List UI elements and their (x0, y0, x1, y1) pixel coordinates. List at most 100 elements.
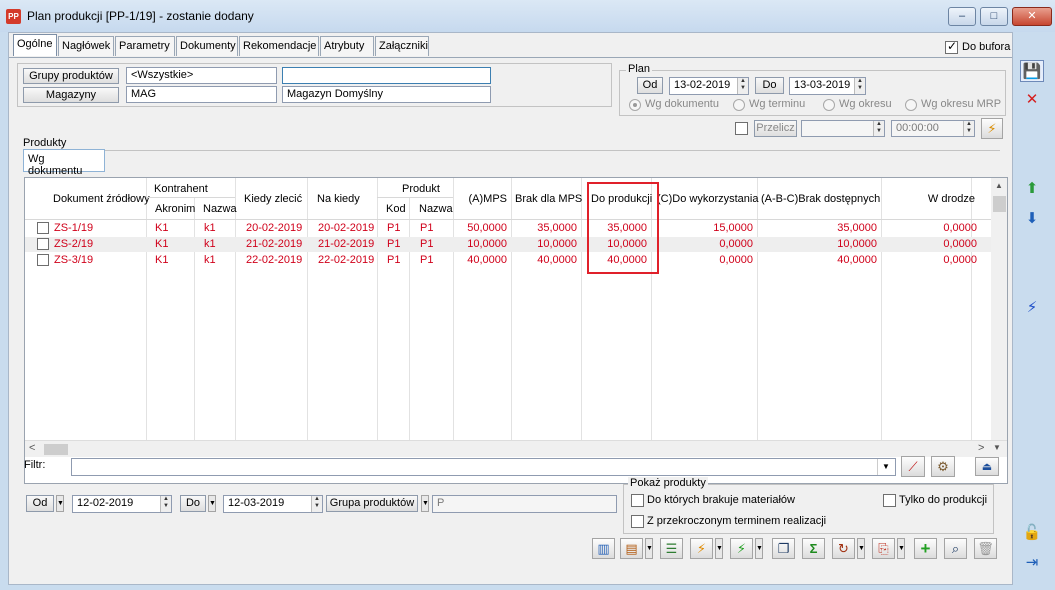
vertical-scrollbar[interactable]: ▲ (991, 178, 1007, 440)
tab-naglowek[interactable]: Nagłówek (58, 36, 114, 56)
tab-zalaczniki[interactable]: Załączniki (375, 36, 429, 56)
filtr-input[interactable] (71, 458, 896, 476)
plan-do-button[interactable]: Do (755, 77, 784, 94)
scroll-right-icon[interactable]: > (978, 442, 984, 454)
header-produkt-nazwa[interactable]: Nazwa (419, 203, 453, 215)
cancel-icon[interactable]: ✕ (1020, 89, 1044, 111)
row-checkbox[interactable] (37, 222, 49, 234)
export-dropdown-icon[interactable]: ▼ (897, 538, 905, 559)
grupa-dropdown-icon[interactable]: ▼ (421, 495, 429, 512)
magazyn-code-field[interactable]: MAG (126, 86, 277, 103)
tab-ogolne[interactable]: Ogólne (13, 34, 57, 56)
eject-filter-icon[interactable]: ⏏ (975, 457, 999, 476)
table-row[interactable]: ZS-2/19 K1 k1 21-02-2019 21-02-2019 P1 P… (25, 237, 991, 252)
refresh-dropdown-icon[interactable]: ▼ (857, 538, 865, 559)
radio-wg-okresu-mrp[interactable] (905, 99, 917, 111)
list-icon[interactable]: ☰ (660, 538, 683, 559)
tab-rekomendacje[interactable]: Rekomendacje (239, 36, 319, 56)
lightning-orange-dropdown-icon[interactable]: ▼ (715, 538, 723, 559)
scroll-left-icon[interactable]: < (29, 442, 35, 454)
header-do-wykorzystania[interactable]: (C)Do wykorzystania (657, 193, 758, 205)
radio-wg-dokumentu[interactable] (629, 99, 641, 111)
close-window-button[interactable]: ✕ (1012, 7, 1052, 26)
grupa-produktow-field[interactable]: P (432, 495, 617, 513)
magazyny-button[interactable]: Magazyny (23, 87, 119, 103)
down-arrow-icon[interactable]: ⬇ (1020, 208, 1044, 230)
header-kiedy-zlecic[interactable]: Kiedy zlecić (244, 193, 302, 205)
braki-materialow-checkbox[interactable] (631, 494, 644, 507)
przelicz-spinner-icon[interactable]: ▲ ▼ (873, 121, 884, 136)
table-row[interactable]: ZS-1/19 K1 k1 20-02-2019 20-02-2019 P1 P… (25, 221, 991, 236)
lightning-green-dropdown-icon[interactable]: ▼ (755, 538, 763, 559)
time-spinner-icon[interactable]: ▲ ▼ (963, 121, 974, 136)
grupy-produktow-button[interactable]: Grupy produktów (23, 68, 119, 84)
tab-wg-dokumentu[interactable]: Wg dokumentu (23, 149, 105, 177)
tylko-do-produkcji-checkbox[interactable] (883, 494, 896, 507)
grupy-produktow-name-field[interactable] (282, 67, 491, 84)
magazyn-name-field[interactable]: Magazyn Domyślny (282, 86, 491, 103)
sum-icon[interactable]: Σ (802, 538, 825, 559)
header-brak-dostepnych[interactable]: (A-B-C)Brak dostępnych (761, 193, 880, 205)
bottom-od-button[interactable]: Od (26, 495, 54, 512)
tab-atrybuty[interactable]: Atrybuty (320, 36, 374, 56)
export-icon[interactable]: ⎘ (872, 538, 895, 559)
help-lightning-icon[interactable]: ⚡ (981, 118, 1003, 139)
plan-od-button[interactable]: Od (637, 77, 663, 94)
scroll-down-icon[interactable]: ▼ (993, 443, 1001, 452)
bottom-do-date[interactable]: 12-03-2019 (223, 495, 323, 513)
radio-wg-okresu[interactable] (823, 99, 835, 111)
bottom-do-dropdown-icon[interactable]: ▼ (208, 495, 216, 512)
add-icon[interactable]: + (914, 538, 937, 559)
refresh-icon[interactable]: ↻ (832, 538, 855, 559)
plan-od-spinner-icon[interactable]: ▲ ▼ (737, 78, 748, 94)
header-nazwa[interactable]: Nazwa (203, 203, 237, 215)
radio-wg-terminu[interactable] (733, 99, 745, 111)
tab-parametry[interactable]: Parametry (115, 36, 175, 56)
do-bufora-checkbox[interactable] (945, 39, 958, 54)
filter-tools-icon[interactable]: ⚙ (931, 456, 955, 477)
przelicz-button[interactable]: Przelicz (754, 120, 797, 137)
header-na-kiedy[interactable]: Na kiedy (317, 193, 360, 205)
document-icon[interactable]: ❐ (772, 538, 795, 559)
scroll-thumb[interactable] (993, 196, 1006, 212)
search-icon[interactable]: ⌕ (944, 538, 967, 559)
przelicz-checkbox[interactable] (735, 122, 748, 135)
header-akronim[interactable]: Akronim (155, 203, 195, 215)
header-dokument-zrodlowy[interactable]: Dokument źródłowy (53, 193, 150, 205)
lightning-blue-icon[interactable]: ⚡ (1020, 297, 1044, 319)
bottom-od-spinner-icon[interactable]: ▲ ▼ (160, 496, 171, 512)
row-checkbox[interactable] (37, 238, 49, 250)
bottom-od-dropdown-icon[interactable]: ▼ (56, 495, 64, 512)
header-kod[interactable]: Kod (386, 203, 406, 215)
scroll-up-icon[interactable]: ▲ (995, 181, 1003, 190)
row-checkbox[interactable] (37, 254, 49, 266)
trash-icon[interactable]: 🗑 (974, 538, 997, 559)
save-icon[interactable]: 💾 (1020, 60, 1044, 82)
filtr-dropdown-icon[interactable]: ▼ (877, 459, 894, 475)
bottom-do-button[interactable]: Do (180, 495, 206, 512)
tab-dokumenty[interactable]: Dokumenty (176, 36, 238, 56)
up-arrow-icon[interactable]: ⬆ (1020, 178, 1044, 200)
lock-icon[interactable]: 🔓 (1020, 522, 1044, 544)
header-brak-dla-mps[interactable]: Brak dla MPS (515, 193, 582, 205)
generate-icon[interactable]: ▤ (620, 538, 643, 559)
clear-filter-icon[interactable]: ⟋ (901, 456, 925, 477)
header-w-drodze[interactable]: W drodze (895, 193, 975, 205)
plan-do-spinner-icon[interactable]: ▲ ▼ (854, 78, 865, 94)
maximize-button[interactable]: □ (980, 7, 1008, 26)
chart-icon[interactable]: ▥ (592, 538, 615, 559)
table-row[interactable]: ZS-3/19 K1 k1 22-02-2019 22-02-2019 P1 P… (25, 253, 991, 268)
lightning-orange-icon[interactable]: ⚡ (690, 538, 713, 559)
hscroll-thumb[interactable] (44, 444, 68, 455)
lightning-green-icon[interactable]: ⚡ (730, 538, 753, 559)
header-mps[interactable]: (A)MPS (465, 193, 508, 205)
bottom-do-spinner-icon[interactable]: ▲ ▼ (311, 496, 322, 512)
pin-icon[interactable]: ⇥ (1020, 552, 1044, 574)
minimize-button[interactable]: – (948, 7, 976, 26)
horizontal-scrollbar[interactable]: < > ▼ (25, 440, 1007, 457)
przekroczony-termin-checkbox[interactable] (631, 515, 644, 528)
generate-dropdown-icon[interactable]: ▼ (645, 538, 653, 559)
grupy-produktow-field[interactable]: <Wszystkie> (126, 67, 277, 84)
grupa-produktow-button[interactable]: Grupa produktów (326, 495, 418, 512)
bottom-od-date[interactable]: 12-02-2019 (72, 495, 172, 513)
